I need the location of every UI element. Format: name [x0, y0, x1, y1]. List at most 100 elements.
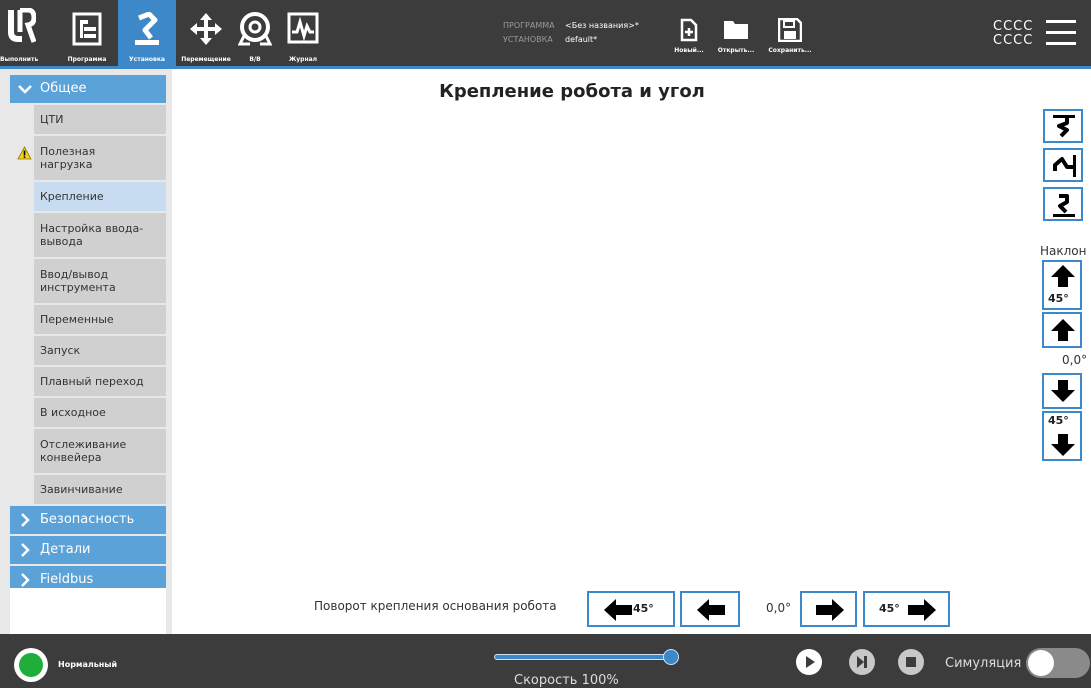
open-file-button[interactable]: Открыть...: [712, 14, 760, 66]
chevron-right-icon: [21, 573, 30, 587]
tilt-down-button[interactable]: [1042, 373, 1082, 409]
sidebar-item-label: Ввод/вывод инструмента: [40, 268, 116, 294]
arrow-down-icon: [1051, 434, 1075, 456]
speed-slider-track[interactable]: [494, 654, 672, 660]
folder-icon: [724, 21, 748, 39]
rotate-left-step: 45°: [633, 602, 654, 615]
rotate-right-step: 45°: [879, 602, 900, 615]
open-file-label: Открыть...: [717, 47, 755, 54]
sidebar-item-home[interactable]: В исходное: [34, 398, 166, 427]
nav-program-button[interactable]: Программа: [58, 0, 116, 66]
sidebar-item-label: Плавный переход: [40, 375, 144, 388]
top-bar: Выполнить Программа Установка Перемещени…: [0, 0, 1091, 66]
sidebar-category-details-label: Детали: [40, 542, 91, 557]
footer-bar: Нормальный Скорость 100% Симуляция: [0, 634, 1091, 688]
sidebar-item-tool-io[interactable]: Ввод/вывод инструмента: [34, 259, 166, 303]
sidebar-item-screwdriving[interactable]: Завинчивание: [34, 475, 166, 504]
tilt-down-45-button[interactable]: 45°: [1042, 411, 1082, 461]
save-file-label: Сохранить...: [768, 47, 812, 54]
simulation-toggle[interactable]: [1026, 648, 1090, 678]
stop-button[interactable]: [897, 648, 925, 676]
sidebar-item-smooth-transition[interactable]: Плавный переход: [34, 367, 166, 396]
sidebar-item-mounting[interactable]: Крепление: [34, 182, 166, 211]
sidebar-category-safety[interactable]: Безопасность: [10, 506, 166, 534]
sidebar-category-general-label: Общее: [40, 81, 87, 96]
speed-slider-handle[interactable]: [663, 649, 679, 665]
program-key: ПРОГРАММА: [503, 21, 555, 30]
installation-key: УСТАНОВКА: [503, 35, 553, 44]
play-button[interactable]: [795, 648, 823, 676]
new-file-icon: [680, 18, 698, 42]
robot-ceiling-icon: [1053, 115, 1075, 138]
sidebar-item-label: ЦТИ: [40, 113, 64, 126]
chevron-right-icon: [21, 513, 30, 527]
speed-label: Скорость 100%: [514, 673, 619, 688]
robot-status-icon[interactable]: [14, 648, 48, 682]
nav-installation-button[interactable]: Установка: [118, 0, 176, 66]
status-line-2: CCCC: [993, 33, 1034, 48]
page-title: Крепление робота и угол: [439, 81, 705, 102]
nav-io-label: В/В: [249, 56, 261, 63]
nav-run-label: Выполнить: [0, 56, 39, 63]
sidebar-item-label: Переменные: [40, 313, 114, 326]
hamburger-menu-icon[interactable]: [1046, 20, 1078, 46]
sidebar-item-label: Запуск: [40, 344, 81, 357]
sidebar-category-general[interactable]: Общее: [10, 75, 166, 103]
mount-wall-button[interactable]: [1043, 148, 1083, 182]
chevron-down-icon: [18, 85, 32, 94]
stop-icon: [898, 649, 924, 675]
sidebar-category-safety-label: Безопасность: [40, 512, 135, 527]
io-icon: [238, 12, 272, 46]
tilt-label: Наклон: [1040, 244, 1087, 258]
new-file-button[interactable]: Новый...: [665, 14, 713, 66]
rotate-left-button[interactable]: [680, 591, 740, 627]
rotate-right-button[interactable]: [800, 591, 857, 627]
sidebar-item-label: В исходное: [40, 406, 106, 419]
status-line-1: CCCC: [993, 19, 1034, 34]
tilt-up-45-button[interactable]: 45°: [1042, 260, 1082, 310]
save-icon: [778, 18, 802, 42]
arrow-down-icon: [1051, 380, 1075, 402]
sidebar-item-label: Завинчивание: [40, 483, 123, 496]
sidebar-item-startup[interactable]: Запуск: [34, 336, 166, 365]
installation-name: default*: [565, 35, 598, 44]
sidebar-item-io-setup[interactable]: Настройка ввода-вывода: [34, 213, 166, 257]
program-name: <Без названия>*: [565, 21, 639, 30]
arrow-left-icon: [697, 599, 725, 621]
sidebar-category-fieldbus-label: Fieldbus: [40, 572, 94, 587]
nav-move-button[interactable]: Перемещение: [178, 0, 234, 66]
save-file-button[interactable]: Сохранить...: [766, 14, 814, 66]
nav-io-button[interactable]: В/В: [230, 0, 280, 66]
rotate-left-45-button[interactable]: 45°: [587, 591, 675, 627]
sidebar-category-details[interactable]: Детали: [10, 536, 166, 564]
sidebar-item-payload[interactable]: Полезная нагрузка: [17, 136, 166, 180]
sidebar-item-tcp[interactable]: ЦТИ: [34, 105, 166, 134]
status-indicator: CCCC CCCC: [993, 20, 1033, 48]
sidebar-item-variables[interactable]: Переменные: [34, 305, 166, 334]
rotate-right-45-button[interactable]: 45°: [863, 591, 950, 627]
sidebar-item-conveyor-tracking[interactable]: Отслеживание конвейера: [34, 429, 166, 473]
arrow-right-icon: [908, 599, 936, 621]
tilt-up-button[interactable]: [1042, 312, 1082, 348]
robot-status-text: Нормальный: [58, 660, 118, 669]
app-window: Выполнить Программа Установка Перемещени…: [0, 0, 1091, 688]
sidebar-item-label: Полезная нагрузка: [40, 145, 96, 171]
tilt-value: 0,0°: [1062, 353, 1088, 367]
simulation-label: Симуляция: [945, 656, 1022, 671]
program-row: ПРОГРАММА <Без названия>*: [503, 19, 639, 33]
nav-log-button[interactable]: Журнал: [278, 0, 328, 66]
chevron-right-icon: [21, 543, 30, 557]
step-icon: [849, 649, 875, 675]
arrow-up-icon: [1051, 265, 1075, 287]
robot-floor-icon: [1053, 194, 1075, 217]
warning-icon: [17, 146, 32, 160]
arrow-right-icon: [816, 599, 844, 621]
step-button[interactable]: [848, 648, 876, 676]
sidebar-empty-area: [10, 588, 166, 634]
rotation-value: 0,0°: [766, 601, 792, 615]
sidebar-item-label: Отслеживание конвейера: [40, 438, 127, 464]
installation-row: УСТАНОВКА default*: [503, 33, 597, 47]
mount-floor-button[interactable]: [1043, 187, 1083, 221]
mount-ceiling-button[interactable]: [1043, 109, 1083, 143]
nav-log-label: Журнал: [288, 56, 318, 63]
